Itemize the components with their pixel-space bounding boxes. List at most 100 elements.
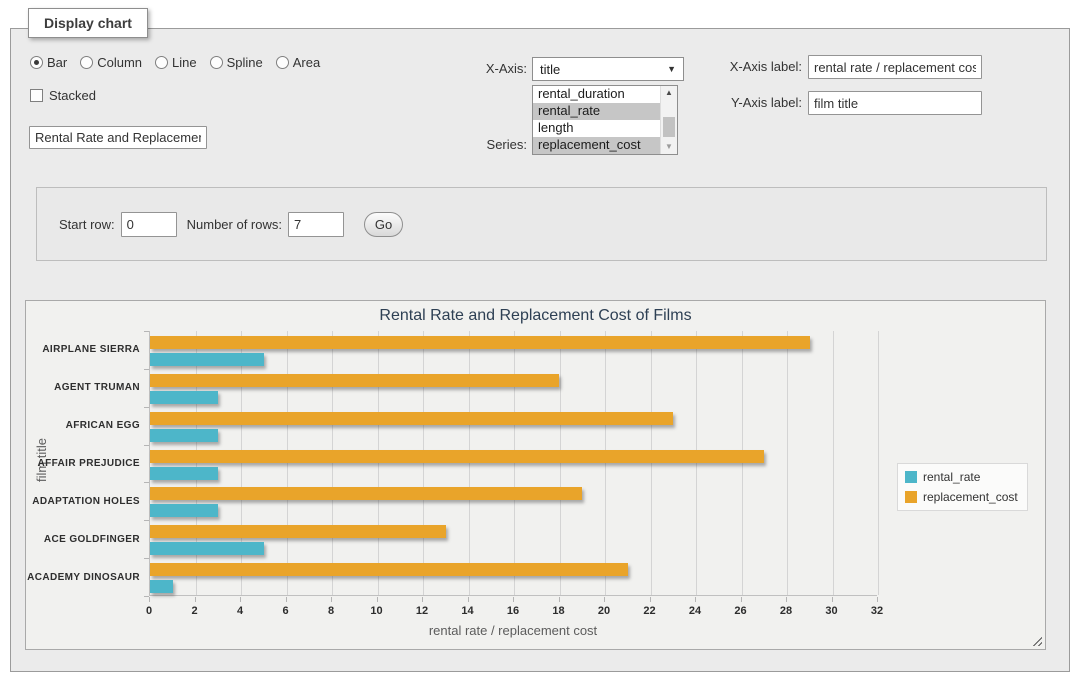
x-axis-tick xyxy=(513,597,514,602)
x-tick-label: 10 xyxy=(370,605,382,617)
bar-replacement_cost xyxy=(150,563,628,576)
gridline xyxy=(241,331,242,595)
gridline xyxy=(787,331,788,595)
chart-type-label: Bar xyxy=(47,55,67,70)
bar-replacement_cost xyxy=(150,525,446,538)
x-axis-tick xyxy=(377,597,378,602)
y-axis-label-caption: Y-Axis label: xyxy=(716,95,802,110)
number-of-rows-input[interactable] xyxy=(288,212,344,237)
radio-icon[interactable] xyxy=(210,56,223,69)
y-axis-tick xyxy=(144,407,149,408)
legend-label: replacement_cost xyxy=(923,490,1018,504)
radio-icon[interactable] xyxy=(276,56,289,69)
bar-rental_rate xyxy=(150,504,218,517)
chart-type-option-column[interactable]: Column xyxy=(80,55,142,70)
x-axis-tick xyxy=(604,597,605,602)
bar-replacement_cost xyxy=(150,374,559,387)
y-axis-tick xyxy=(144,445,149,446)
chart-type-option-spline[interactable]: Spline xyxy=(210,55,263,70)
resize-handle-icon[interactable] xyxy=(1030,634,1042,646)
chart-panel: Rental Rate and Replacement Cost of Film… xyxy=(25,300,1046,650)
x-axis-select[interactable]: title ▼ xyxy=(532,57,684,81)
category-label: AIRPLANE SIERRA xyxy=(26,331,140,369)
x-tick-label: 32 xyxy=(871,605,883,617)
x-axis-tick xyxy=(650,597,651,602)
y-axis-tick xyxy=(144,596,149,597)
x-axis-label-input[interactable] xyxy=(808,55,982,79)
y-axis-tick xyxy=(144,331,149,332)
x-tick-label: 4 xyxy=(237,605,243,617)
chart-title-input[interactable] xyxy=(29,126,207,149)
bar-rental_rate xyxy=(150,429,218,442)
series-option-replacement_cost[interactable]: replacement_cost xyxy=(533,137,660,154)
series-multiselect[interactable]: rental_durationrental_ratelengthreplacem… xyxy=(532,85,678,155)
x-axis-tick xyxy=(695,597,696,602)
radio-icon[interactable] xyxy=(80,56,93,69)
chart-type-label: Line xyxy=(172,55,197,70)
chart-type-radio-group: Bar Column Line Spline Area xyxy=(30,55,320,70)
legend-item-replacement_cost[interactable]: replacement_cost xyxy=(905,490,1018,504)
x-axis-tick xyxy=(331,597,332,602)
x-tick-label: 2 xyxy=(191,605,197,617)
chart-type-option-area[interactable]: Area xyxy=(276,55,320,70)
scroll-up-icon[interactable]: ▲ xyxy=(661,86,677,100)
x-tick-label: 28 xyxy=(780,605,792,617)
x-axis-tick xyxy=(741,597,742,602)
number-of-rows-label: Number of rows: xyxy=(187,217,282,232)
gridline xyxy=(696,331,697,595)
chart-type-option-line[interactable]: Line xyxy=(155,55,197,70)
series-option-rental_duration[interactable]: rental_duration xyxy=(533,86,660,103)
chart-title: Rental Rate and Replacement Cost of Film… xyxy=(26,307,1045,325)
chevron-down-icon: ▼ xyxy=(667,64,676,74)
chart-type-option-bar[interactable]: Bar xyxy=(30,55,67,70)
radio-icon[interactable] xyxy=(30,56,43,69)
series-scrollbar[interactable]: ▲ ▼ xyxy=(660,86,677,154)
scroll-down-icon[interactable]: ▼ xyxy=(661,140,677,154)
series-option-rental_rate[interactable]: rental_rate xyxy=(533,103,660,120)
series-option-length[interactable]: length xyxy=(533,120,660,137)
go-button[interactable]: Go xyxy=(364,212,403,237)
y-axis-tick xyxy=(144,369,149,370)
row-range-panel: Start row: Number of rows: Go xyxy=(36,187,1047,261)
scrollbar-thumb[interactable] xyxy=(663,117,675,137)
gridline xyxy=(469,331,470,595)
start-row-label: Start row: xyxy=(59,217,115,232)
category-label: ADAPTATION HOLES xyxy=(26,482,140,520)
gridline xyxy=(651,331,652,595)
gridline xyxy=(878,331,879,595)
gridline xyxy=(287,331,288,595)
page: Display chart BarColumnLineSplineArea St… xyxy=(0,0,1081,681)
x-tick-label: 8 xyxy=(328,605,334,617)
gridline xyxy=(560,331,561,595)
bar-replacement_cost xyxy=(150,336,810,349)
category-label: AFFAIR PREJUDICE xyxy=(26,445,140,483)
y-axis-tick xyxy=(144,558,149,559)
x-axis-tick xyxy=(149,597,150,602)
x-tick-label: 26 xyxy=(734,605,746,617)
x-tick-label: 20 xyxy=(598,605,610,617)
legend-swatch-icon xyxy=(905,491,917,503)
stacked-checkbox-row[interactable]: Stacked xyxy=(30,88,96,103)
x-axis-select-label: X-Axis: xyxy=(462,61,527,76)
category-label: AGENT TRUMAN xyxy=(26,369,140,407)
x-axis-selected-value: title xyxy=(540,62,560,77)
chart-type-label: Column xyxy=(97,55,142,70)
legend-item-rental_rate[interactable]: rental_rate xyxy=(905,470,1018,484)
radio-icon[interactable] xyxy=(155,56,168,69)
x-axis-tick xyxy=(286,597,287,602)
x-axis-tick xyxy=(877,597,878,602)
x-axis-tick xyxy=(468,597,469,602)
x-axis-tick xyxy=(240,597,241,602)
y-axis-label-input[interactable] xyxy=(808,91,982,115)
gridline xyxy=(423,331,424,595)
x-tick-label: 18 xyxy=(552,605,564,617)
category-label: ACADEMY DINOSAUR xyxy=(26,558,140,596)
bar-rental_rate xyxy=(150,467,218,480)
x-tick-label: 0 xyxy=(146,605,152,617)
bar-rental_rate xyxy=(150,580,173,593)
gridline xyxy=(332,331,333,595)
x-axis-tick xyxy=(559,597,560,602)
stacked-checkbox[interactable] xyxy=(30,89,43,102)
x-axis-tick xyxy=(786,597,787,602)
start-row-input[interactable] xyxy=(121,212,177,237)
